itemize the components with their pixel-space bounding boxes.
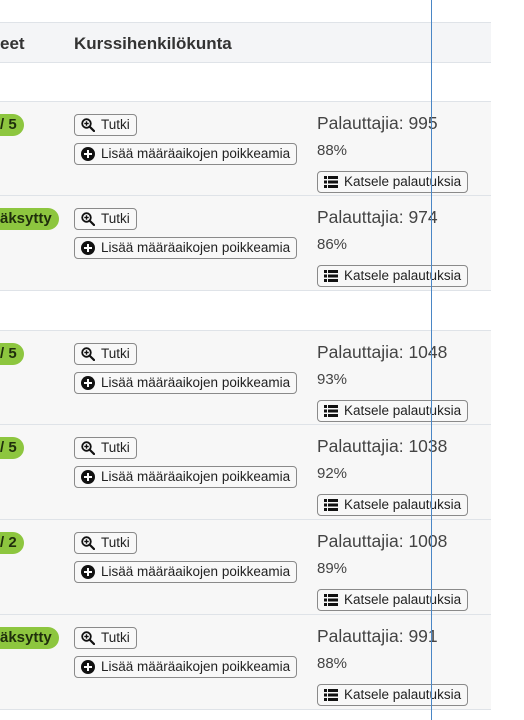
inspect-label: Tutki — [101, 440, 130, 455]
submitter-count: Palauttajia: 995 — [317, 113, 438, 133]
points-badge: / 5 — [0, 114, 24, 136]
view-submissions-label: Katsele palautuksia — [344, 268, 462, 283]
points-badge: / 5 — [0, 437, 24, 459]
add-deviations-label: Lisää määräaikojen poikkeamia — [101, 564, 291, 579]
points-badge: / 5 — [0, 343, 24, 365]
points-badge: äksytty — [0, 208, 59, 230]
view-submissions-button[interactable]: Katsele palautuksia — [317, 494, 469, 516]
add-deadline-deviations-button[interactable]: Lisää määräaikojen poikkeamia — [74, 466, 298, 488]
add-deadline-deviations-button[interactable]: Lisää määräaikojen poikkeamia — [74, 372, 298, 394]
inspect-button[interactable]: Tutki — [74, 532, 137, 554]
column-header-course-staff: Kurssihenkilökunta — [74, 34, 232, 53]
list-icon — [324, 593, 338, 607]
submitter-count: Palauttajia: 1038 — [317, 436, 448, 456]
view-submissions-label: Katsele palautuksia — [344, 174, 462, 189]
table-header: eet Kurssihenkilökunta — [0, 23, 491, 63]
add-deviations-label: Lisää määräaikojen poikkeamia — [101, 469, 291, 484]
inspect-label: Tutki — [101, 346, 130, 361]
inspect-button[interactable]: Tutki — [74, 343, 137, 365]
module-spacer-row — [0, 291, 491, 331]
view-submissions-button[interactable]: Katsele palautuksia — [317, 265, 469, 287]
plus-circle-icon — [81, 565, 95, 579]
inspect-label: Tutki — [101, 117, 130, 132]
submitter-percent: 89% — [317, 560, 348, 577]
column-header-points: eet — [0, 34, 25, 53]
zoom-in-icon — [81, 212, 96, 227]
points-badge: äksytty — [0, 627, 59, 649]
plus-circle-icon — [81, 376, 95, 390]
inspect-label: Tutki — [101, 630, 130, 645]
list-icon — [324, 688, 338, 702]
view-submissions-label: Katsele palautuksia — [344, 403, 462, 418]
add-deadline-deviations-button[interactable]: Lisää määräaikojen poikkeamia — [74, 561, 298, 583]
add-deviations-label: Lisää määräaikojen poikkeamia — [101, 659, 291, 674]
zoom-in-icon — [81, 536, 96, 551]
zoom-in-icon — [81, 347, 96, 362]
plus-circle-icon — [81, 660, 95, 674]
view-submissions-button[interactable]: Katsele palautuksia — [317, 400, 469, 422]
inspect-label: Tutki — [101, 211, 130, 226]
table-row: äksytty Tutki Lisää määräaikojen poikkea… — [0, 615, 491, 710]
submitter-count: Palauttajia: 974 — [317, 207, 438, 227]
list-icon — [324, 404, 338, 418]
submitter-percent: 92% — [317, 465, 348, 482]
submitter-count: Palauttajia: 991 — [317, 626, 438, 646]
table-row: / 5 Tutki Lisää määräaikojen poikkeamia … — [0, 102, 491, 196]
view-submissions-label: Katsele palautuksia — [344, 497, 462, 512]
add-deadline-deviations-button[interactable]: Lisää määräaikojen poikkeamia — [74, 143, 298, 165]
table-row: / 5 Tutki Lisää määräaikojen poikkeamia … — [0, 331, 491, 425]
add-deviations-label: Lisää määräaikojen poikkeamia — [101, 375, 291, 390]
add-deadline-deviations-button[interactable]: Lisää määräaikojen poikkeamia — [74, 237, 298, 259]
zoom-in-icon — [81, 631, 96, 646]
view-submissions-label: Katsele palautuksia — [344, 592, 462, 607]
table-row: / 2 Tutki Lisää määräaikojen poikkeamia … — [0, 520, 491, 615]
table-row: äksytty Tutki Lisää määräaikojen poikkea… — [0, 196, 491, 291]
list-icon — [324, 175, 338, 189]
view-submissions-button[interactable]: Katsele palautuksia — [317, 589, 469, 611]
add-deviations-label: Lisää määräaikojen poikkeamia — [101, 146, 291, 161]
list-icon — [324, 269, 338, 283]
inspect-label: Tutki — [101, 535, 130, 550]
submitter-percent: 88% — [317, 655, 348, 672]
plus-circle-icon — [81, 470, 95, 484]
submitter-count: Palauttajia: 1048 — [317, 342, 448, 362]
plus-circle-icon — [81, 147, 95, 161]
zoom-in-icon — [81, 441, 96, 456]
submitter-percent: 93% — [317, 371, 348, 388]
submitter-count: Palauttajia: 1008 — [317, 531, 448, 551]
list-icon — [324, 498, 338, 512]
points-badge: / 2 — [0, 532, 24, 554]
inspect-button[interactable]: Tutki — [74, 437, 137, 459]
view-submissions-button[interactable]: Katsele palautuksia — [317, 171, 469, 193]
view-submissions-label: Katsele palautuksia — [344, 687, 462, 702]
add-deviations-label: Lisää määräaikojen poikkeamia — [101, 240, 291, 255]
inspect-button[interactable]: Tutki — [74, 627, 137, 649]
inspect-button[interactable]: Tutki — [74, 208, 137, 230]
module-spacer-row — [0, 63, 491, 102]
table-row: / 5 Tutki Lisää määräaikojen poikkeamia … — [0, 425, 491, 520]
plus-circle-icon — [81, 241, 95, 255]
submitter-percent: 88% — [317, 142, 348, 159]
zoom-in-icon — [81, 118, 96, 133]
view-submissions-button[interactable]: Katsele palautuksia — [317, 684, 469, 706]
add-deadline-deviations-button[interactable]: Lisää määräaikojen poikkeamia — [74, 656, 298, 678]
submitter-percent: 86% — [317, 236, 348, 253]
inspect-button[interactable]: Tutki — [74, 114, 137, 136]
